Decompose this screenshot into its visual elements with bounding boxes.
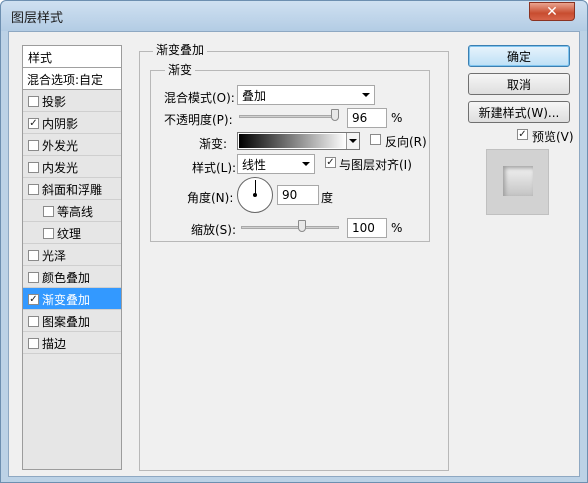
sidebar-item-label: 纹理 <box>57 227 82 241</box>
chevron-down-icon <box>362 93 370 97</box>
new-style-button[interactable]: 新建样式(W)... <box>468 101 570 123</box>
satin-checkbox[interactable] <box>28 250 39 261</box>
align-with-layer-checkbox[interactable]: ✓ <box>325 157 336 168</box>
sidebar-item-stroke[interactable]: 描边 <box>23 332 121 354</box>
preview-checkbox[interactable]: ✓ <box>517 129 528 140</box>
opacity-label: 不透明度(P): <box>164 113 233 127</box>
style-list: 样式 混合选项:自定 投影 ✓ 内阴影 外发光 内发光 斜面和浮雕 等高线 纹理… <box>22 45 122 470</box>
cancel-button[interactable]: 取消 <box>468 73 570 95</box>
sidebar-item-inner-glow[interactable]: 内发光 <box>23 156 121 178</box>
layer-style-dialog: 图层样式 ✕ 样式 混合选项:自定 投影 ✓ 内阴影 外发光 内发光 斜面和浮雕… <box>0 0 588 483</box>
sidebar-item-pattern-overlay[interactable]: 图案叠加 <box>23 310 121 332</box>
blend-mode-label: 混合模式(O): <box>164 91 235 105</box>
chevron-down-icon <box>302 162 310 166</box>
color-overlay-checkbox[interactable] <box>28 272 39 283</box>
gradient-dropdown-button[interactable] <box>346 133 359 149</box>
sidebar-item-label: 描边 <box>42 337 67 351</box>
sidebar-item-contour[interactable]: 等高线 <box>23 200 121 222</box>
pattern-overlay-checkbox[interactable] <box>28 316 39 327</box>
close-button[interactable]: ✕ <box>529 2 575 21</box>
angle-label: 角度(N): <box>187 191 234 205</box>
opacity-input[interactable]: 96 <box>347 108 387 128</box>
sidebar-item-label: 等高线 <box>57 205 94 219</box>
texture-checkbox[interactable] <box>43 228 54 239</box>
scale-unit: % <box>391 221 403 235</box>
sidebar-item-outer-glow[interactable]: 外发光 <box>23 134 121 156</box>
drop-shadow-checkbox[interactable] <box>28 96 39 107</box>
sidebar-item-bevel-emboss[interactable]: 斜面和浮雕 <box>23 178 121 200</box>
opacity-slider-thumb[interactable] <box>331 109 339 121</box>
gradient-overlay-checkbox[interactable]: ✓ <box>28 294 39 305</box>
angle-input[interactable]: 90 <box>277 185 319 205</box>
opacity-slider-track[interactable] <box>239 115 339 118</box>
opacity-unit: % <box>391 111 403 125</box>
preview-swatch <box>503 166 533 196</box>
align-with-layer-label: 与图层对齐(I) <box>339 158 412 172</box>
close-icon: ✕ <box>546 3 558 20</box>
ok-button[interactable]: 确定 <box>468 45 570 67</box>
reverse-checkbox[interactable] <box>370 134 381 145</box>
style-list-header[interactable]: 样式 <box>23 46 121 68</box>
sidebar-item-satin[interactable]: 光泽 <box>23 244 121 266</box>
scale-slider-thumb[interactable] <box>298 220 306 232</box>
preview-label: 预览(V) <box>532 130 574 144</box>
sidebar-item-label: 内阴影 <box>42 117 79 131</box>
gradient-label: 渐变: <box>199 137 228 151</box>
check-icon: ✓ <box>518 128 527 140</box>
gradient-swatch[interactable] <box>239 134 346 148</box>
stroke-checkbox[interactable] <box>28 338 39 349</box>
style-select[interactable]: 线性 <box>237 154 315 174</box>
sidebar-item-label: 内发光 <box>42 161 79 175</box>
sidebar-item-drop-shadow[interactable]: 投影 <box>23 90 121 112</box>
scale-label: 缩放(S): <box>191 223 237 237</box>
contour-checkbox[interactable] <box>43 206 54 217</box>
style-value: 线性 <box>242 158 267 172</box>
outer-glow-checkbox[interactable] <box>28 140 39 151</box>
sidebar-item-label: 光泽 <box>42 249 67 263</box>
angle-unit: 度 <box>321 191 334 205</box>
inner-glow-checkbox[interactable] <box>28 162 39 173</box>
blend-mode-select[interactable]: 叠加 <box>237 85 375 105</box>
angle-center-dot <box>253 193 257 197</box>
sidebar-item-gradient-overlay[interactable]: ✓ 渐变叠加 <box>23 288 121 310</box>
sidebar-item-label: 投影 <box>42 95 67 109</box>
check-icon: ✓ <box>29 293 38 305</box>
sidebar-item-color-overlay[interactable]: 颜色叠加 <box>23 266 121 288</box>
sidebar-item-texture[interactable]: 纹理 <box>23 222 121 244</box>
scale-input[interactable]: 100 <box>347 218 387 238</box>
title-bar[interactable]: 图层样式 ✕ <box>1 1 587 31</box>
subgroup-title: 渐变 <box>165 61 196 78</box>
blend-options-item[interactable]: 混合选项:自定 <box>23 68 121 90</box>
gradient-picker[interactable] <box>237 132 360 150</box>
preview-thumbnail <box>486 149 549 215</box>
bevel-emboss-checkbox[interactable] <box>28 184 39 195</box>
check-icon: ✓ <box>29 117 38 129</box>
inner-shadow-checkbox[interactable]: ✓ <box>28 118 39 129</box>
sidebar-item-label: 渐变叠加 <box>42 293 91 307</box>
style-label: 样式(L): <box>192 161 237 175</box>
check-icon: ✓ <box>326 156 335 168</box>
sidebar-item-label: 外发光 <box>42 139 79 153</box>
reverse-label: 反向(R) <box>385 135 427 149</box>
sidebar-item-label: 图案叠加 <box>42 315 91 329</box>
sidebar-item-label: 颜色叠加 <box>42 271 91 285</box>
group-title: 渐变叠加 <box>153 41 208 58</box>
blend-mode-value: 叠加 <box>242 89 267 103</box>
window-title: 图层样式 <box>11 11 64 26</box>
sidebar-item-inner-shadow[interactable]: ✓ 内阴影 <box>23 112 121 134</box>
scale-slider-track[interactable] <box>241 226 339 229</box>
angle-dial[interactable] <box>237 177 273 213</box>
sidebar-item-label: 斜面和浮雕 <box>42 183 103 197</box>
